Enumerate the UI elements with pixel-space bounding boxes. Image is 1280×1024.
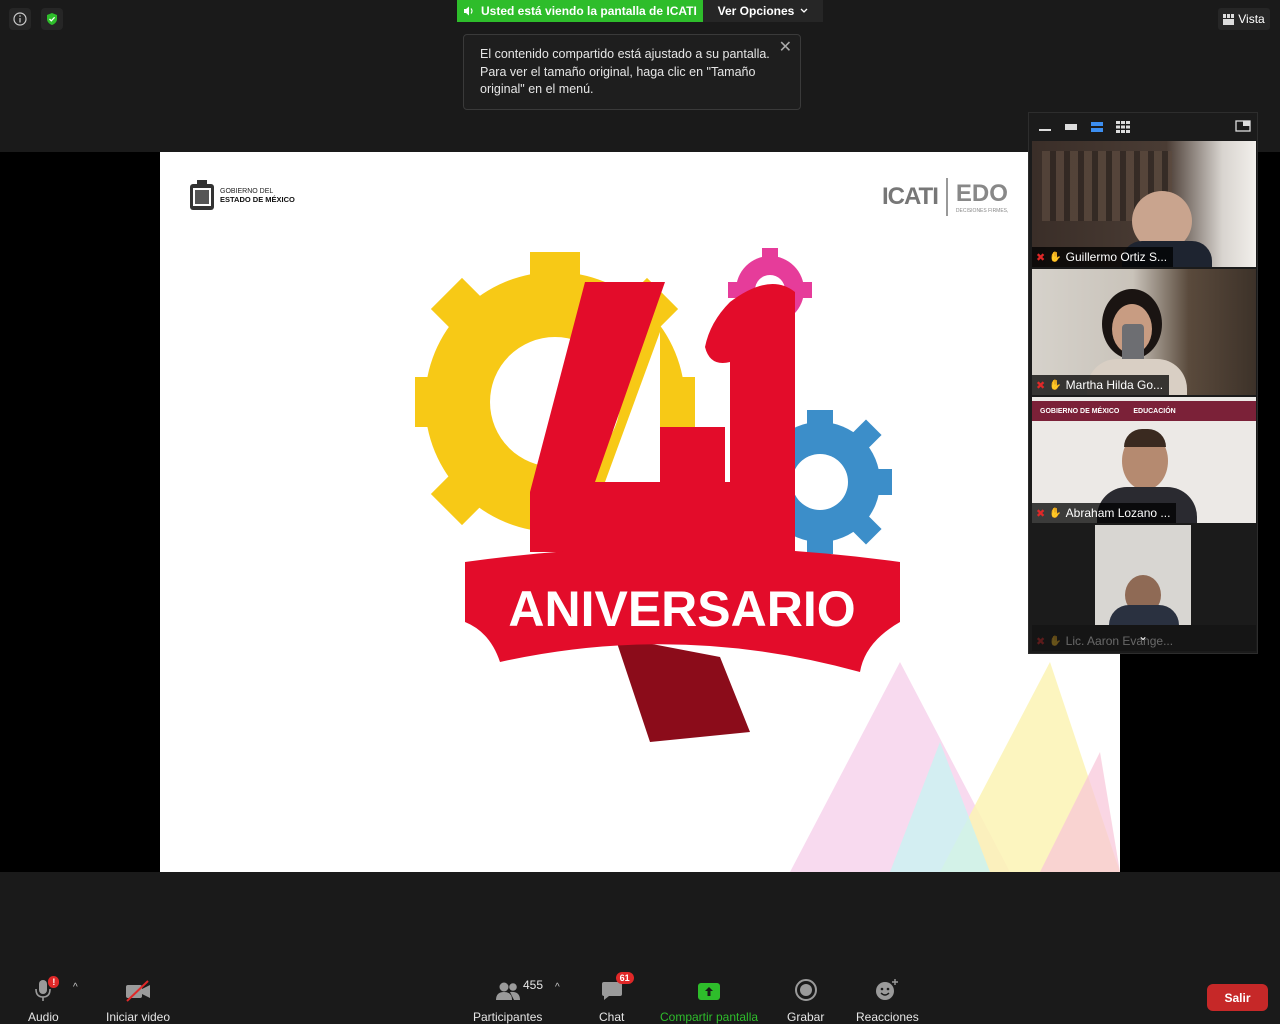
muted-mic-icon: ✖ (1036, 379, 1046, 392)
chat-icon: 61 (600, 972, 634, 1002)
reactions-button[interactable]: Reacciones (856, 974, 919, 1024)
participant-name-tag: ✖ ✋ Martha Hilda Go... (1032, 375, 1170, 395)
icati-logo-text: ICATI (882, 183, 939, 210)
participant-name: Lic. Aaron Evange... (1065, 634, 1174, 648)
participants-count: 455 (523, 978, 544, 992)
gobierno-logo: GOBIERNO DEL ESTADO DE MÉXICO (188, 180, 295, 212)
edo-text: EDO (955, 180, 1008, 207)
pin-icon: ✋ (1049, 635, 1062, 647)
video-tile[interactable]: GOBIERNO DE MÉXICO EDUCACIÓN ✖ ✋ Abraham… (1032, 397, 1256, 523)
speaker-icon (464, 6, 473, 16)
muted-mic-icon: ✖ (1036, 635, 1046, 648)
audio-options-caret-icon[interactable]: ^ (73, 982, 78, 993)
filmstrip-view-icon[interactable] (1089, 121, 1105, 133)
fit-to-screen-tooltip: El contenido compartido está ajustado a … (463, 34, 801, 110)
edu-banner-right: EDUCACIÓN (1133, 407, 1176, 415)
share-screen-label: Compartir pantalla (660, 1010, 759, 1024)
pin-icon: ✋ (1049, 251, 1062, 263)
participants-label: Participantes (473, 1010, 543, 1024)
minimize-icon[interactable] (1037, 121, 1053, 133)
participant-name-tag: ✖ ✋ Abraham Lozano ... (1032, 503, 1177, 523)
anniversary-graphic: ANIVERSARIO (415, 248, 900, 742)
pin-icon: ✋ (1049, 379, 1062, 391)
security-shield-icon[interactable] (41, 8, 63, 30)
participant-gallery: ✖ ✋ Guillermo Ortiz S... ✖ ✋ Martha Hild… (1028, 112, 1258, 654)
screen-share-banner: Usted está viendo la pantalla de ICATI (457, 0, 703, 22)
leave-meeting-button[interactable]: Salir (1207, 984, 1268, 1011)
gallery-toolbar (1029, 113, 1257, 141)
leave-label: Salir (1224, 990, 1251, 1005)
grid-view-icon (1223, 13, 1235, 25)
muted-mic-icon: ✖ (1036, 251, 1046, 264)
participant-name-tag: ✖ ✋ Guillermo Ortiz S... (1032, 247, 1174, 267)
chat-button[interactable]: 61 Chat (599, 972, 634, 1024)
speaker-view-icon[interactable] (1063, 121, 1079, 133)
record-button[interactable]: Grabar (787, 974, 824, 1024)
reactions-label: Reacciones (856, 1010, 919, 1024)
view-button-label: Vista (1238, 12, 1265, 26)
participants-caret-icon[interactable]: ^ (555, 982, 560, 993)
record-icon (794, 974, 818, 1002)
microphone-icon: ! (32, 974, 60, 1002)
start-video-label: Iniciar video (106, 1010, 171, 1024)
close-icon[interactable]: ✕ (779, 39, 792, 57)
audio-alert-badge: ! (48, 976, 60, 988)
participants-icon (495, 974, 521, 1002)
chat-label: Chat (599, 1010, 625, 1024)
edo-subtitle: DECISIONES FIRMES, (955, 208, 1009, 214)
tooltip-text: El contenido compartido está ajustado a … (480, 47, 770, 96)
coat-of-arms-icon (190, 180, 214, 210)
share-screen-button[interactable]: Compartir pantalla (660, 974, 758, 1024)
video-tile[interactable]: ✖ ✋ Guillermo Ortiz S... (1032, 141, 1256, 267)
view-button[interactable]: Vista (1218, 8, 1270, 30)
chevron-down-icon (800, 8, 808, 13)
gallery-grid-icon[interactable] (1115, 120, 1131, 134)
video-off-icon (124, 974, 152, 1002)
participant-name: Martha Hilda Go... (1065, 378, 1164, 392)
view-options-label: Ver Opciones (717, 4, 795, 18)
info-icon[interactable] (9, 8, 31, 30)
audio-button[interactable]: ! Audio (28, 974, 60, 1024)
exit-fullscreen-icon[interactable] (1235, 120, 1251, 132)
record-label: Grabar (787, 1010, 825, 1024)
gov-line2: ESTADO DE MÉXICO (220, 195, 295, 204)
audio-label: Audio (28, 1010, 59, 1024)
start-video-button[interactable]: Iniciar video (106, 974, 170, 1024)
shared-slide: GOBIERNO DEL ESTADO DE MÉXICO ICATI EDO … (160, 152, 1120, 872)
muted-mic-icon: ✖ (1036, 507, 1046, 520)
icati-logo: ICATI EDO DECISIONES FIRMES, (882, 178, 1008, 216)
participant-name-tag: ✖ ✋ Lic. Aaron Evange... (1032, 631, 1179, 651)
edu-banner-left: GOBIERNO DE MÉXICO (1040, 407, 1120, 415)
anniversary-banner: ANIVERSARIO (465, 547, 900, 742)
meeting-toolbar: ! Audio ^ Iniciar video Participantes 45… (0, 960, 1280, 1024)
anniversary-text: ANIVERSARIO (508, 581, 855, 637)
view-options-button[interactable]: Ver Opciones (703, 0, 823, 22)
participant-name: Guillermo Ortiz S... (1065, 250, 1168, 264)
share-screen-icon (696, 974, 722, 1002)
video-tile[interactable]: ⌄ ✖ ✋ Lic. Aaron Evange... (1032, 525, 1256, 651)
chat-unread-badge: 61 (615, 972, 634, 984)
pin-icon: ✋ (1049, 507, 1062, 519)
share-banner-text: Usted está viendo la pantalla de ICATI (481, 4, 697, 18)
video-tile[interactable]: ✖ ✋ Martha Hilda Go... (1032, 269, 1256, 395)
reactions-emoji-icon (874, 974, 900, 1002)
participant-name: Abraham Lozano ... (1065, 506, 1171, 520)
